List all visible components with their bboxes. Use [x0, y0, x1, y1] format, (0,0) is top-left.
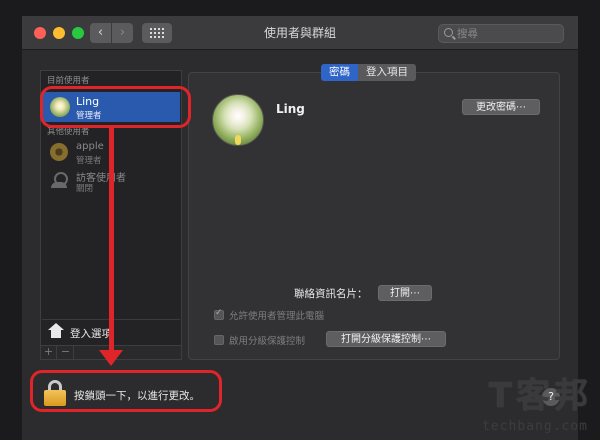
- user-role: 關閉: [76, 184, 94, 194]
- user-role: 管理者: [76, 111, 102, 121]
- other-users-header: 其他使用者: [47, 127, 90, 137]
- login-options-label: 登入選項: [70, 328, 112, 340]
- lock-area[interactable]: [40, 376, 70, 416]
- flower-avatar-icon: [50, 143, 68, 161]
- title-bar: ‹ › 使用者與群組: [22, 16, 578, 50]
- allow-admin-label: 允許使用者管理此電腦: [229, 311, 325, 322]
- annotation-arrow-head: [99, 350, 123, 366]
- allow-admin-checkbox[interactable]: [214, 308, 224, 320]
- user-picture[interactable]: [212, 94, 264, 146]
- add-user-button[interactable]: +: [41, 345, 57, 359]
- current-users-header: 目前使用者: [47, 76, 90, 86]
- parental-control-row[interactable]: 啟用分級保護控制: [214, 333, 305, 347]
- search-input[interactable]: [457, 26, 557, 41]
- guest-user-icon: [51, 171, 68, 189]
- watermark-url-text: techbang.com: [482, 419, 588, 434]
- lock-icon[interactable]: [44, 380, 66, 406]
- allow-admin-row[interactable]: 允許使用者管理此電腦: [214, 308, 324, 322]
- user-list-item-ling[interactable]: Ling 管理者: [42, 92, 180, 122]
- user-name: apple: [76, 141, 104, 152]
- dandelion-avatar-icon: [50, 97, 70, 117]
- watermark-logo-text: T客邦: [488, 376, 592, 416]
- lock-instruction-text: 按鎖頭一下，以進行更改。: [74, 390, 200, 402]
- contact-card-open-button[interactable]: 打開⋯: [378, 285, 432, 301]
- contact-card-label: 聯絡資訊名片：: [294, 288, 368, 300]
- techbang-watermark: T客邦 techbang.com: [454, 368, 594, 434]
- tab-bar: 密碼 登入項目: [321, 64, 416, 81]
- open-parental-control-button[interactable]: 打開分級保護控制⋯: [326, 331, 446, 347]
- annotation-arrow-line: [109, 128, 114, 354]
- tab-login-items[interactable]: 登入項目: [358, 64, 416, 81]
- remove-user-button[interactable]: −: [58, 345, 74, 359]
- user-display-name: Ling: [276, 102, 305, 116]
- search-icon: [444, 28, 453, 37]
- user-name: Ling: [76, 95, 100, 108]
- change-password-button[interactable]: 更改密碼⋯: [462, 99, 540, 115]
- house-icon: [48, 323, 64, 339]
- search-field[interactable]: [438, 24, 564, 43]
- user-role: 管理者: [76, 156, 102, 166]
- parental-control-label: 啟用分級保護控制: [229, 336, 306, 347]
- parental-control-checkbox[interactable]: [214, 335, 224, 345]
- tab-password[interactable]: 密碼: [321, 64, 358, 81]
